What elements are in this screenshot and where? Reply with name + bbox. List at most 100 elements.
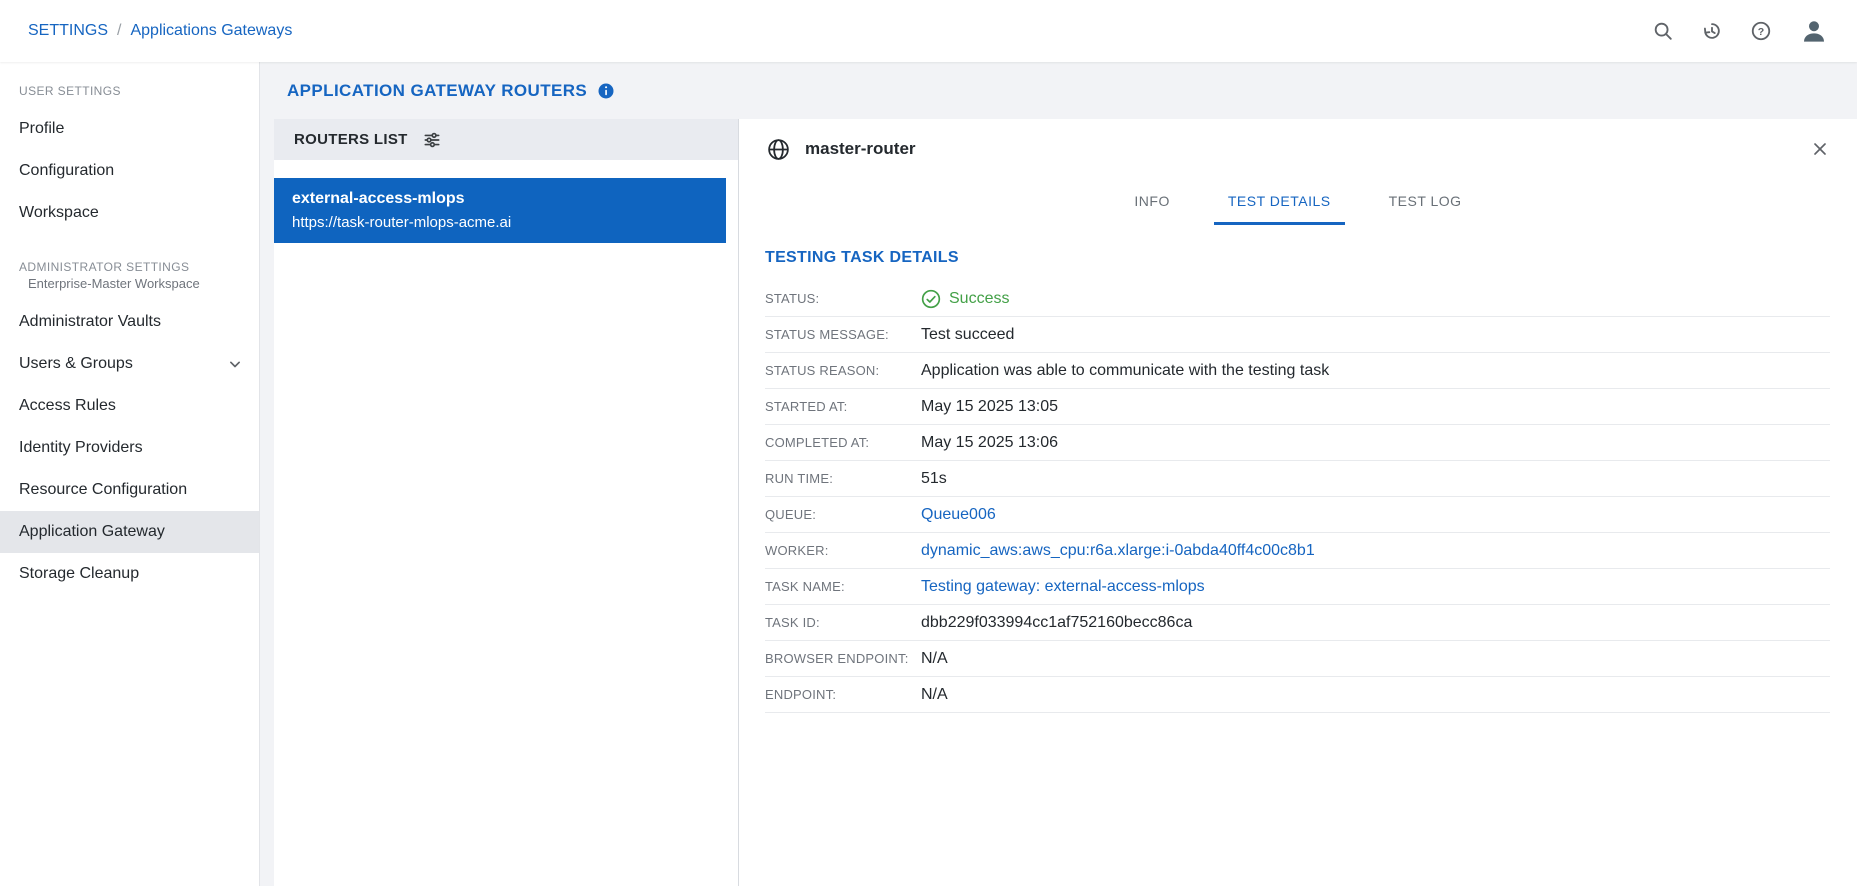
detail-row-value-wrap: Success	[921, 289, 1009, 309]
routers-list-title: ROUTERS LIST	[294, 131, 408, 148]
detail-row-value-wrap: dynamic_aws:aws_cpu:r6a.xlarge:i-0abda40…	[921, 542, 1315, 560]
detail-row-label: STARTED AT:	[765, 399, 921, 414]
svg-text:?: ?	[1758, 26, 1764, 38]
sidebar-item-label: Profile	[19, 120, 64, 138]
user-settings-items: Profile Configuration Workspace	[0, 108, 259, 234]
history-icon[interactable]	[1701, 20, 1723, 42]
detail-row-value: Test succeed	[921, 326, 1014, 344]
routers-list: external-access-mlops https://task-route…	[274, 160, 738, 886]
sidebar-item-label: Users & Groups	[19, 355, 133, 373]
testing-task-details-title: TESTING TASK DETAILS	[765, 249, 1830, 267]
detail-row-value-wrap: Test succeed	[921, 326, 1014, 344]
detail-row-label: QUEUE:	[765, 507, 921, 522]
detail-row-value: May 15 2025 13:06	[921, 434, 1058, 452]
tab-info[interactable]: INFO	[1120, 179, 1183, 225]
sidebar-item-configuration[interactable]: Configuration	[0, 150, 259, 192]
main-area: APPLICATION GATEWAY ROUTERS ROUTERS LIST	[260, 62, 1857, 886]
avatar[interactable]	[1799, 16, 1829, 46]
detail-row: QUEUE: Queue006	[765, 497, 1830, 533]
detail-row: WORKER: dynamic_aws:aws_cpu:r6a.xlarge:i…	[765, 533, 1830, 569]
routers-panel: ROUTERS LIST external-access-mlops https…	[274, 119, 739, 886]
content-row: ROUTERS LIST external-access-mlops https…	[274, 119, 1857, 886]
sidebar-item-access-rules[interactable]: Access Rules	[0, 385, 259, 427]
user-settings-section-label: USER SETTINGS	[0, 84, 259, 98]
detail-row-value: N/A	[921, 686, 948, 704]
detail-row: STATUS REASON: Application was able to c…	[765, 353, 1830, 389]
detail-row-value-wrap: N/A	[921, 650, 948, 668]
detail-row-label: STATUS:	[765, 291, 921, 306]
sidebar-item-administrator-vaults[interactable]: Administrator Vaults	[0, 301, 259, 343]
success-icon	[921, 289, 941, 309]
detail-row-value[interactable]: Queue006	[921, 506, 996, 524]
router-url: https://task-router-mlops-acme.ai	[292, 214, 708, 231]
sidebar-item-profile[interactable]: Profile	[0, 108, 259, 150]
sidebar-item-label: Application Gateway	[19, 523, 165, 541]
detail-row: TASK NAME: Testing gateway: external-acc…	[765, 569, 1830, 605]
sidebar-item-resource-configuration[interactable]: Resource Configuration	[0, 469, 259, 511]
tab-test-details[interactable]: TEST DETAILS	[1214, 179, 1345, 225]
detail-row-value[interactable]: dynamic_aws:aws_cpu:r6a.xlarge:i-0abda40…	[921, 542, 1315, 560]
admin-settings-section: ADMINISTRATOR SETTINGS Enterprise-Master…	[0, 260, 259, 595]
detail-row: TASK ID: dbb229f033994cc1af752160becc86c…	[765, 605, 1830, 641]
sidebar-item-label: Resource Configuration	[19, 481, 187, 499]
router-name: external-access-mlops	[292, 190, 708, 208]
app-shell: USER SETTINGS Profile Configuration Work…	[0, 62, 1857, 886]
detail-row-value: dbb229f033994cc1af752160becc86ca	[921, 614, 1192, 632]
detail-row-value-wrap: Application was able to communicate with…	[921, 362, 1329, 380]
close-icon[interactable]	[1810, 139, 1830, 159]
details-tabs: INFO TEST DETAILS TEST LOG	[739, 179, 1857, 225]
detail-row-value: Application was able to communicate with…	[921, 362, 1329, 380]
info-icon[interactable]	[597, 82, 615, 100]
detail-row-label: TASK NAME:	[765, 579, 921, 594]
breadcrumb-current[interactable]: Applications Gateways	[130, 22, 292, 40]
detail-row-value: 51s	[921, 470, 947, 488]
help-icon[interactable]: ?	[1750, 20, 1772, 42]
admin-settings-section-label: ADMINISTRATOR SETTINGS	[0, 260, 259, 274]
detail-row-value[interactable]: Testing gateway: external-access-mlops	[921, 578, 1205, 596]
top-bar: SETTINGS / Applications Gateways ?	[0, 0, 1857, 62]
topbar-actions: ?	[1652, 16, 1829, 46]
breadcrumb-settings[interactable]: SETTINGS	[28, 22, 108, 40]
detail-row-label: WORKER:	[765, 543, 921, 558]
detail-row-value: May 15 2025 13:05	[921, 398, 1058, 416]
admin-settings-items: Administrator Vaults Users & Groups Acce…	[0, 301, 259, 595]
tab-test-log[interactable]: TEST LOG	[1375, 179, 1476, 225]
detail-row: BROWSER ENDPOINT: N/A	[765, 641, 1830, 677]
admin-workspace-label: Enterprise-Master Workspace	[0, 276, 259, 291]
sidebar-item-identity-providers[interactable]: Identity Providers	[0, 427, 259, 469]
detail-row-value-wrap: N/A	[921, 686, 948, 704]
details-header: master-router	[739, 119, 1857, 179]
filter-icon[interactable]	[422, 130, 442, 150]
detail-row-label: STATUS MESSAGE:	[765, 327, 921, 342]
breadcrumb: SETTINGS / Applications Gateways	[28, 22, 292, 40]
detail-row-value-wrap: Testing gateway: external-access-mlops	[921, 578, 1205, 596]
chevron-down-icon	[225, 354, 245, 374]
detail-row-label: TASK ID:	[765, 615, 921, 630]
search-icon[interactable]	[1652, 20, 1674, 42]
globe-icon	[766, 137, 791, 162]
detail-row-value: Success	[949, 290, 1009, 308]
detail-row-label: RUN TIME:	[765, 471, 921, 486]
settings-sidebar: USER SETTINGS Profile Configuration Work…	[0, 62, 260, 886]
sidebar-item-label: Access Rules	[19, 397, 116, 415]
detail-row: RUN TIME: 51s	[765, 461, 1830, 497]
sidebar-item-application-gateway[interactable]: Application Gateway	[0, 511, 259, 553]
sidebar-item-label: Administrator Vaults	[19, 313, 161, 331]
sidebar-item-workspace[interactable]: Workspace	[0, 192, 259, 234]
detail-row: ENDPOINT: N/A	[765, 677, 1830, 713]
page-title: APPLICATION GATEWAY ROUTERS	[287, 81, 587, 101]
detail-row: STATUS: Success	[765, 281, 1830, 317]
detail-row-label: STATUS REASON:	[765, 363, 921, 378]
sidebar-item-users-groups[interactable]: Users & Groups	[0, 343, 259, 385]
detail-row-value-wrap: May 15 2025 13:05	[921, 398, 1058, 416]
router-title: master-router	[805, 139, 916, 159]
page-title-row: APPLICATION GATEWAY ROUTERS	[260, 62, 1857, 119]
sidebar-item-label: Configuration	[19, 162, 114, 180]
routers-list-header: ROUTERS LIST	[274, 119, 738, 160]
router-details-panel: master-router INFO TEST DETAILS TEST LOG T…	[739, 119, 1857, 886]
sidebar-item-storage-cleanup[interactable]: Storage Cleanup	[0, 553, 259, 595]
router-list-item[interactable]: external-access-mlops https://task-route…	[274, 178, 726, 243]
detail-row-value: N/A	[921, 650, 948, 668]
detail-row-value-wrap: 51s	[921, 470, 947, 488]
detail-row: COMPLETED AT: May 15 2025 13:06	[765, 425, 1830, 461]
